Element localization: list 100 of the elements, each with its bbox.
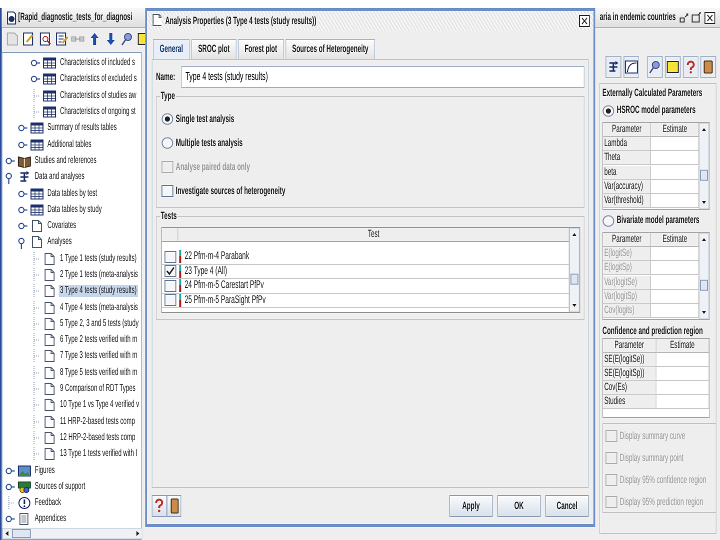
checkbox[interactable]: [164, 294, 176, 306]
tab[interactable]: SROC plot: [191, 39, 236, 59]
table-icon: [30, 138, 44, 152]
checkbox-label: Investigate sources of heterogeneity: [176, 184, 286, 198]
curve-icon[interactable]: [623, 56, 640, 78]
checkbox[interactable]: [161, 185, 174, 197]
exclamation-icon: [17, 496, 32, 510]
book-icon[interactable]: [700, 56, 716, 78]
group-title: Type: [160, 90, 176, 103]
tree-item[interactable]: 1 Type 1 tests (study results): [58, 252, 138, 265]
checkbox[interactable]: [164, 280, 176, 292]
notes-icon[interactable]: [54, 32, 69, 48]
radio-button[interactable]: [602, 214, 614, 227]
tree-item[interactable]: 6 Type 2 tests verified with m: [58, 334, 138, 346]
estimate-cell[interactable]: [651, 151, 700, 166]
tree-item[interactable]: Analyses: [46, 236, 73, 248]
tree-item[interactable]: 4 Type 4 tests (meta-analysis: [58, 302, 140, 314]
tree-item[interactable]: 11 HRP-2-based tests comp: [58, 416, 136, 428]
scrollbar[interactable]: [699, 122, 710, 209]
help-icon[interactable]: [682, 56, 699, 78]
tree-item[interactable]: 10 Type 1 vs Type 4 verified v: [58, 399, 140, 412]
tree-item[interactable]: 2 Type 1 tests (meta-analysis: [58, 269, 140, 281]
estimate-cell[interactable]: [656, 367, 710, 382]
tab[interactable]: General: [153, 39, 190, 59]
estimate-cell[interactable]: [651, 290, 700, 304]
name-field[interactable]: Type 4 tests (study results): [181, 66, 584, 88]
dialog-button[interactable]: OK: [497, 495, 541, 517]
page-icon: [42, 447, 56, 462]
table-cell: Cov(Es): [603, 381, 656, 396]
checkbox[interactable]: [164, 265, 176, 278]
tree-item[interactable]: 12 HRP-2-based tests comp: [58, 432, 137, 444]
column-header: Parameter: [603, 339, 656, 354]
maximize-icon[interactable]: [691, 12, 702, 23]
tab[interactable]: Forest plot: [238, 39, 284, 59]
edit-icon[interactable]: [22, 32, 36, 48]
table-icon: [30, 186, 44, 201]
restore-icon[interactable]: [678, 12, 688, 22]
horizontal-scrollbar[interactable]: [2, 528, 142, 539]
tree-item[interactable]: 5 Type 2, 3 and 5 tests (study: [58, 318, 140, 330]
hierarchy-icon[interactable]: [605, 56, 622, 78]
checkbox-label: Analyse paired data only: [176, 160, 250, 174]
page-icon: [30, 219, 44, 234]
tree-item[interactable]: Studies and references: [34, 154, 98, 167]
tree-item[interactable]: Additional tables: [46, 138, 93, 151]
tree-item[interactable]: Characteristics of ongoing st: [58, 106, 137, 118]
tree-item[interactable]: Characteristics of excluded s: [58, 73, 138, 86]
checkbox[interactable]: [164, 250, 176, 263]
estimate-cell[interactable]: [651, 166, 700, 180]
table-icon: [30, 202, 44, 217]
close-icon[interactable]: [578, 15, 590, 27]
note-icon[interactable]: [664, 56, 681, 78]
group-title: Externally Calculated Parameters: [602, 87, 704, 100]
tree-item[interactable]: Figures: [34, 464, 56, 477]
tree-item[interactable]: Characteristics of included s: [58, 57, 136, 70]
tree-item[interactable]: 13 Type 1 tests verified with I: [58, 448, 138, 460]
estimate-cell[interactable]: [656, 381, 710, 396]
estimate-cell[interactable]: [651, 194, 700, 208]
radio-button[interactable]: [161, 113, 174, 125]
help-button[interactable]: [152, 495, 167, 517]
radio-button[interactable]: [161, 137, 174, 149]
tree-item[interactable]: Covariates: [46, 220, 78, 232]
estimate-cell[interactable]: [656, 395, 710, 410]
tree-item[interactable]: Data and analyses: [34, 171, 86, 184]
expanded-toggle-icon[interactable]: [17, 235, 28, 250]
tree-item[interactable]: 8 Type 5 tests verified with m: [58, 366, 138, 379]
tree-item[interactable]: Data tables by test: [46, 188, 98, 200]
scrollbar[interactable]: [699, 232, 710, 319]
scrollbar[interactable]: [570, 228, 580, 312]
estimate-cell[interactable]: [651, 304, 700, 318]
table-cell: Theta: [603, 151, 652, 166]
tree-item[interactable]: 3 Type 4 tests (study results): [58, 285, 138, 298]
estimate-cell[interactable]: [651, 136, 700, 151]
estimate-cell[interactable]: [651, 261, 700, 276]
tree-item[interactable]: Data tables by study: [46, 204, 103, 216]
tree-item[interactable]: Characteristics of studies aw: [58, 90, 138, 102]
estimate-cell[interactable]: [651, 276, 700, 290]
tree-item[interactable]: 9 Comparison of RDT Types: [58, 383, 137, 396]
page-icon: [42, 349, 56, 364]
dialog-button[interactable]: Apply: [449, 495, 493, 517]
document-icon: [17, 512, 32, 526]
tab[interactable]: Sources of Heterogeneity: [286, 39, 376, 59]
test-name: 23 Type 4 (All): [184, 264, 228, 278]
page-icon: [42, 252, 56, 266]
tree-item[interactable]: Summary of results tables: [46, 122, 118, 134]
tree-item[interactable]: Appendices: [34, 513, 68, 526]
radio-button[interactable]: [602, 104, 614, 117]
estimate-cell[interactable]: [651, 180, 700, 194]
page-icon: [42, 430, 56, 445]
book-button[interactable]: [166, 495, 182, 517]
page-icon: [42, 284, 56, 298]
tree-item[interactable]: Feedback: [34, 497, 62, 510]
estimate-cell[interactable]: [651, 246, 700, 261]
estimate-cell[interactable]: [656, 353, 710, 368]
column-header: Parameter: [603, 232, 652, 247]
tree-item[interactable]: 7 Type 3 tests verified with m: [58, 350, 138, 362]
close-icon[interactable]: [704, 12, 716, 24]
tree-item[interactable]: Sources of support: [34, 480, 86, 493]
expanded-toggle-icon[interactable]: [4, 170, 15, 184]
dialog-button[interactable]: Cancel: [545, 495, 589, 517]
search-icon[interactable]: [38, 32, 52, 48]
